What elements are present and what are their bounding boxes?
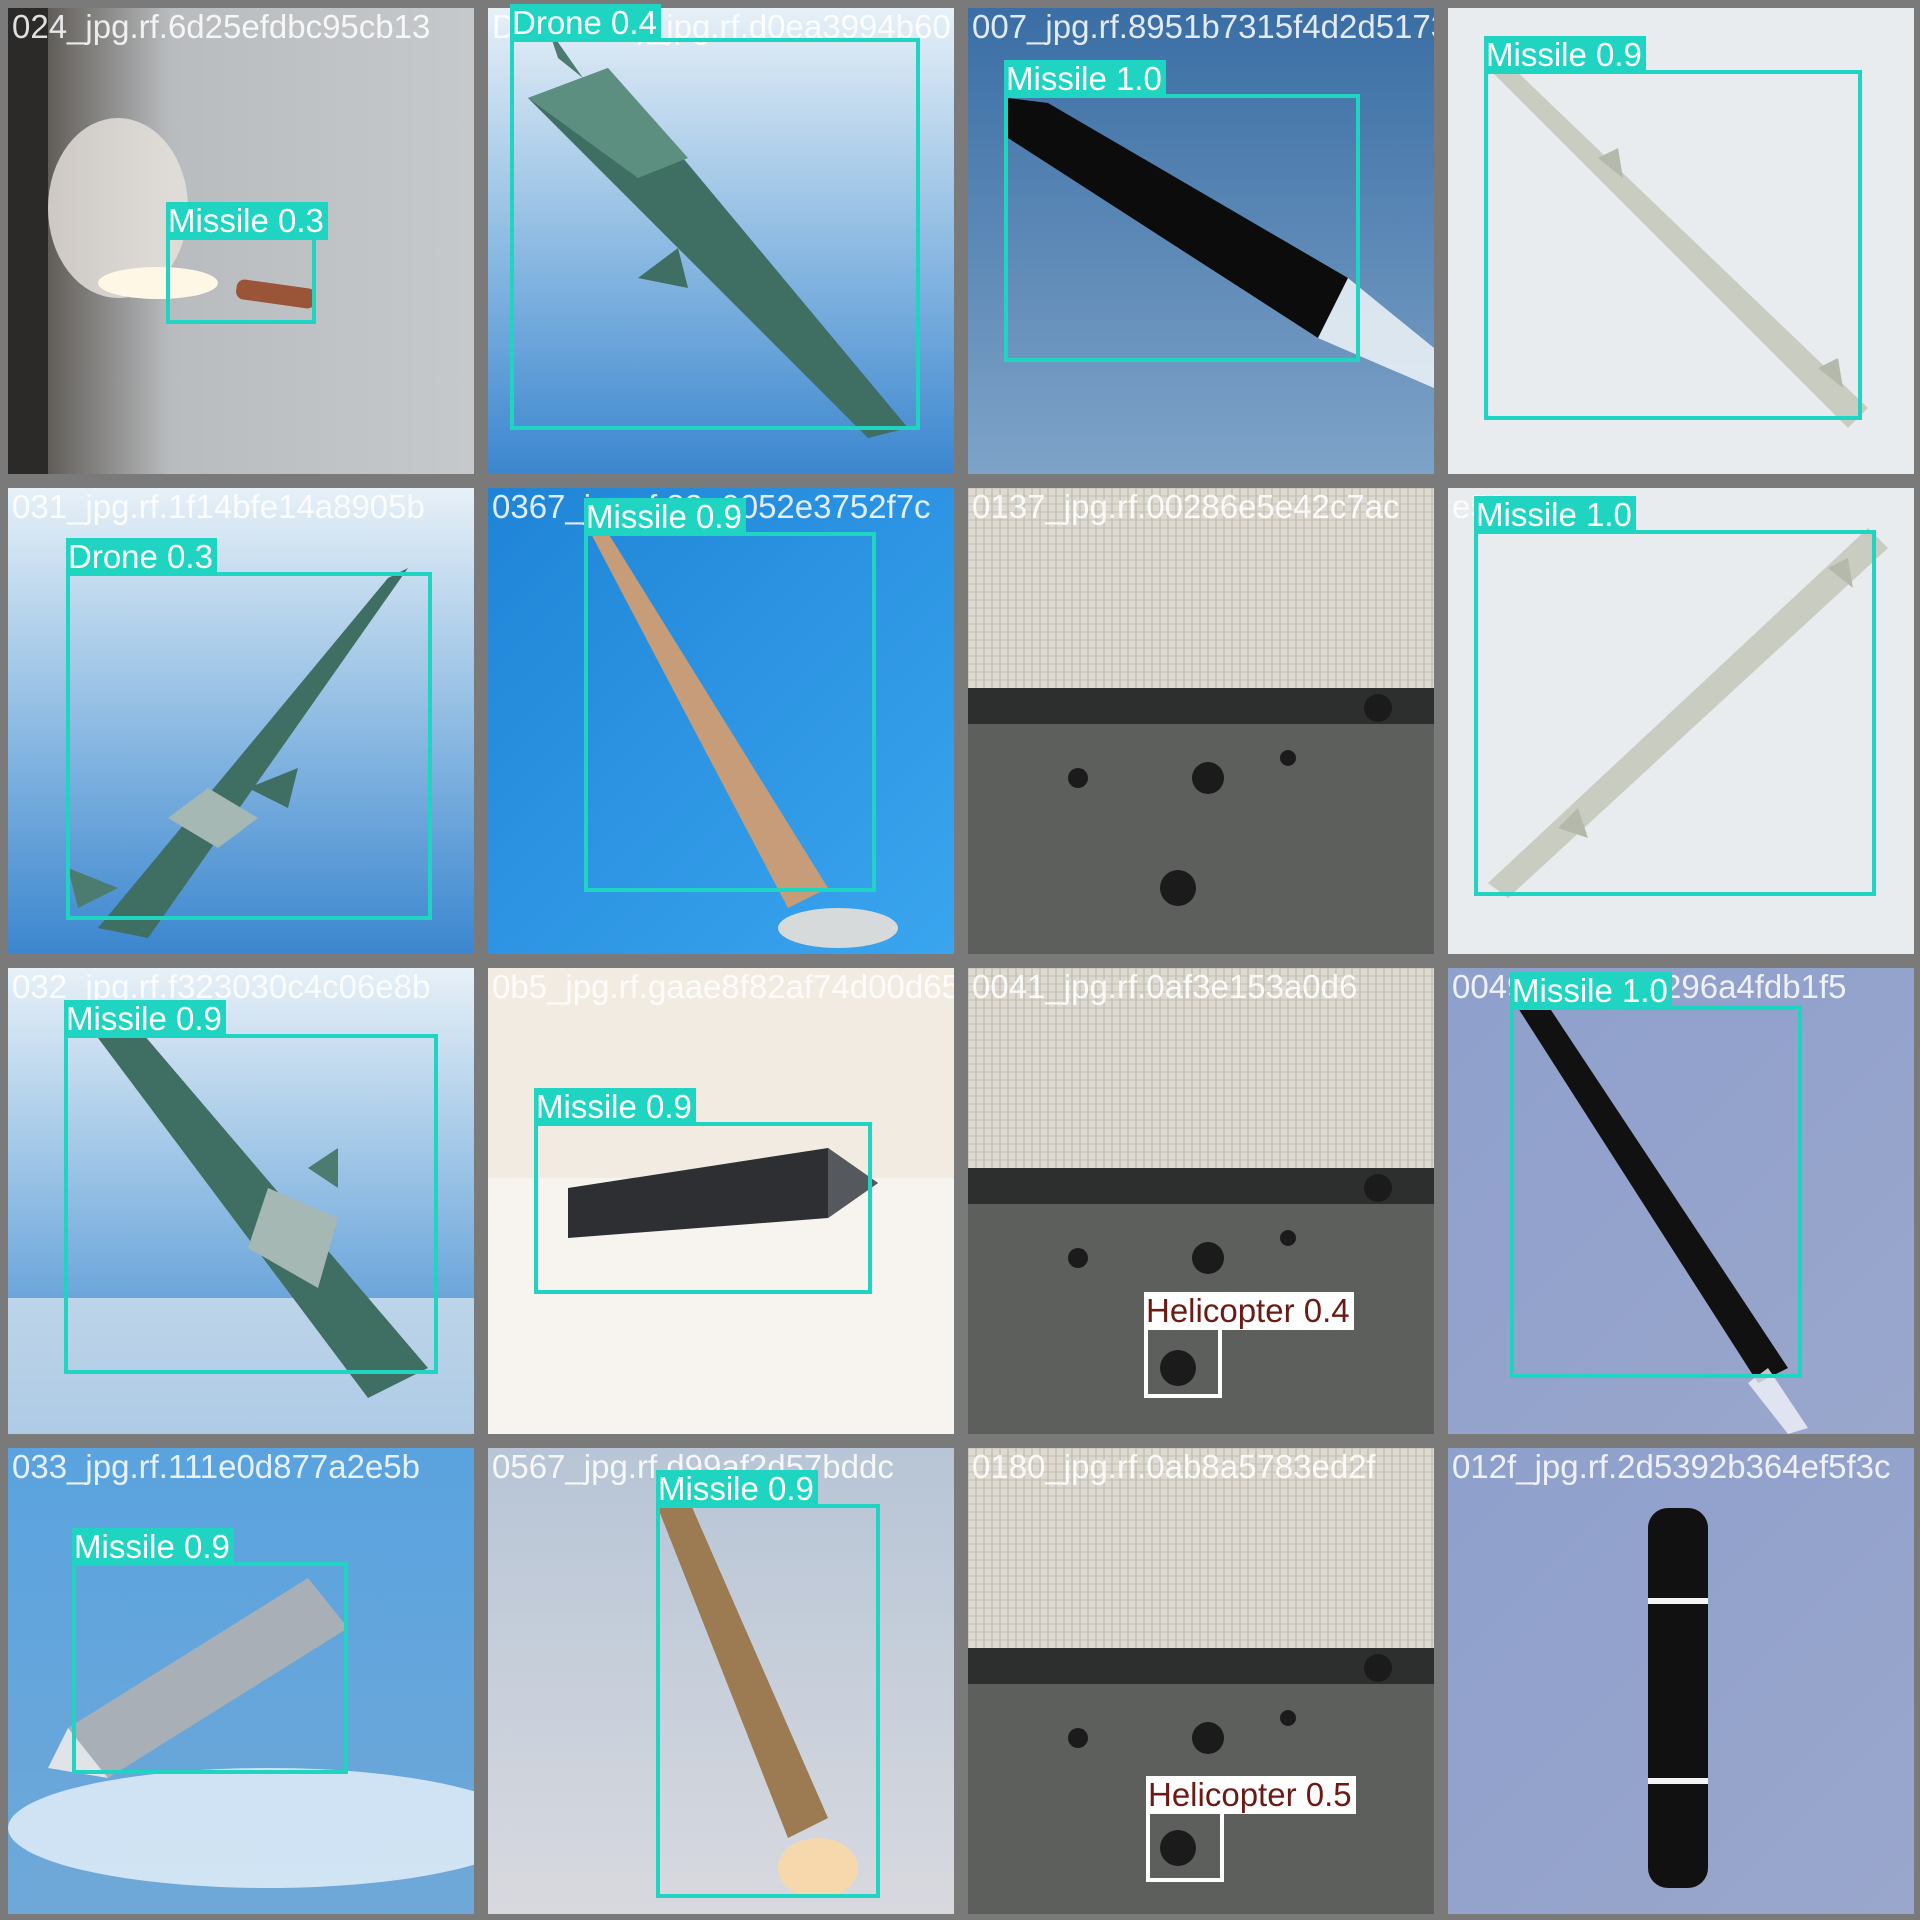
- detection-label: Helicopter 0.5: [1146, 1776, 1356, 1814]
- detection-box: Missile 0.9: [64, 1000, 438, 1374]
- image-tile: 0137_jpg.rf.00286e5e42c7ac: [968, 488, 1434, 954]
- detection-label: Missile 0.9: [72, 1528, 234, 1566]
- detection-label: Missile 1.0: [1510, 972, 1672, 1010]
- detection-box: Missile 0.9: [656, 1470, 880, 1898]
- detection-label: Missile 1.0: [1004, 60, 1166, 98]
- detection-label: Missile 0.3: [166, 202, 328, 240]
- detection-label: Missile 0.9: [534, 1088, 696, 1126]
- detection-label: Drone 0.3: [66, 538, 217, 576]
- detection-box: Drone 0.4: [510, 4, 920, 430]
- detection-label: Missile 0.9: [64, 1000, 226, 1038]
- detection-label: Missile 0.9: [656, 1470, 818, 1508]
- detection-box: Helicopter 0.4: [1144, 1292, 1354, 1398]
- detection-label: Missile 1.0: [1474, 496, 1636, 534]
- image-tile: 012f_jpg.rf.2d5392b364ef5f3c: [1448, 1448, 1914, 1914]
- detection-box: Missile 0.9: [584, 498, 876, 892]
- detection-box: Drone 0.3: [66, 538, 432, 920]
- detection-box: Missile 0.9: [1484, 36, 1862, 420]
- detection-label: Missile 0.9: [584, 498, 746, 536]
- detection-box: Missile 0.9: [534, 1088, 872, 1294]
- detection-box: Helicopter 0.5: [1146, 1776, 1356, 1882]
- detection-label: Helicopter 0.4: [1144, 1292, 1354, 1330]
- detection-box: Missile 0.3: [166, 202, 328, 324]
- detection-box: Missile 1.0: [1510, 972, 1802, 1378]
- detection-box: Missile 0.9: [72, 1528, 348, 1774]
- detection-box: Missile 1.0: [1474, 496, 1876, 896]
- detection-label: Missile 0.9: [1484, 36, 1646, 74]
- photo-scene: [968, 488, 1434, 954]
- detection-label: Drone 0.4: [510, 4, 661, 42]
- detection-box: Missile 1.0: [1004, 60, 1360, 362]
- photo-scene: [1448, 1448, 1914, 1914]
